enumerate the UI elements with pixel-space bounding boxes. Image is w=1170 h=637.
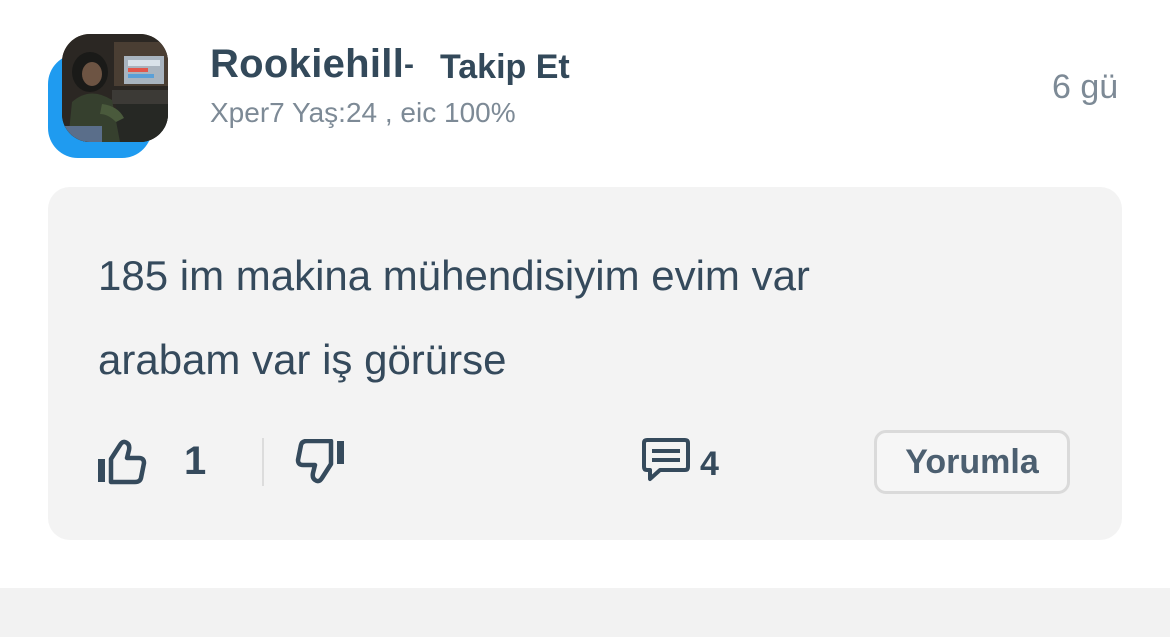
avatar[interactable] xyxy=(62,34,168,142)
thumbs-up-icon[interactable] xyxy=(96,437,148,485)
reply-button[interactable]: Yorumla xyxy=(874,430,1070,494)
comment-icon[interactable] xyxy=(640,437,692,483)
post-timestamp: 6 gü xyxy=(1052,68,1119,106)
action-divider xyxy=(262,438,264,486)
post-body-line-1: 185 im makina mühendisiyim evim var xyxy=(98,252,810,299)
post-container: Rookiehill - Takip Et Xper7 Yaş:24 , eic… xyxy=(0,0,1170,588)
avatar-wrapper[interactable] xyxy=(48,32,170,158)
comment-count: 4 xyxy=(700,445,719,483)
bottom-separator-bar xyxy=(0,588,1170,637)
post-body-line-2: arabam var iş görürse xyxy=(98,336,507,383)
author-meta: Xper7 Yaş:24 , eic 100% xyxy=(210,97,516,128)
author-username[interactable]: Rookiehill xyxy=(210,42,404,87)
thumbs-down-icon[interactable] xyxy=(294,438,346,487)
post-body: 185 im makina mühendisiyim evim var arab… xyxy=(98,234,1058,402)
follow-button[interactable]: Takip Et xyxy=(440,48,570,87)
like-count: 1 xyxy=(184,439,207,483)
post-card: 185 im makina mühendisiyim evim var arab… xyxy=(48,187,1122,540)
avatar-photo xyxy=(62,34,168,142)
author-separator: - xyxy=(404,48,414,81)
